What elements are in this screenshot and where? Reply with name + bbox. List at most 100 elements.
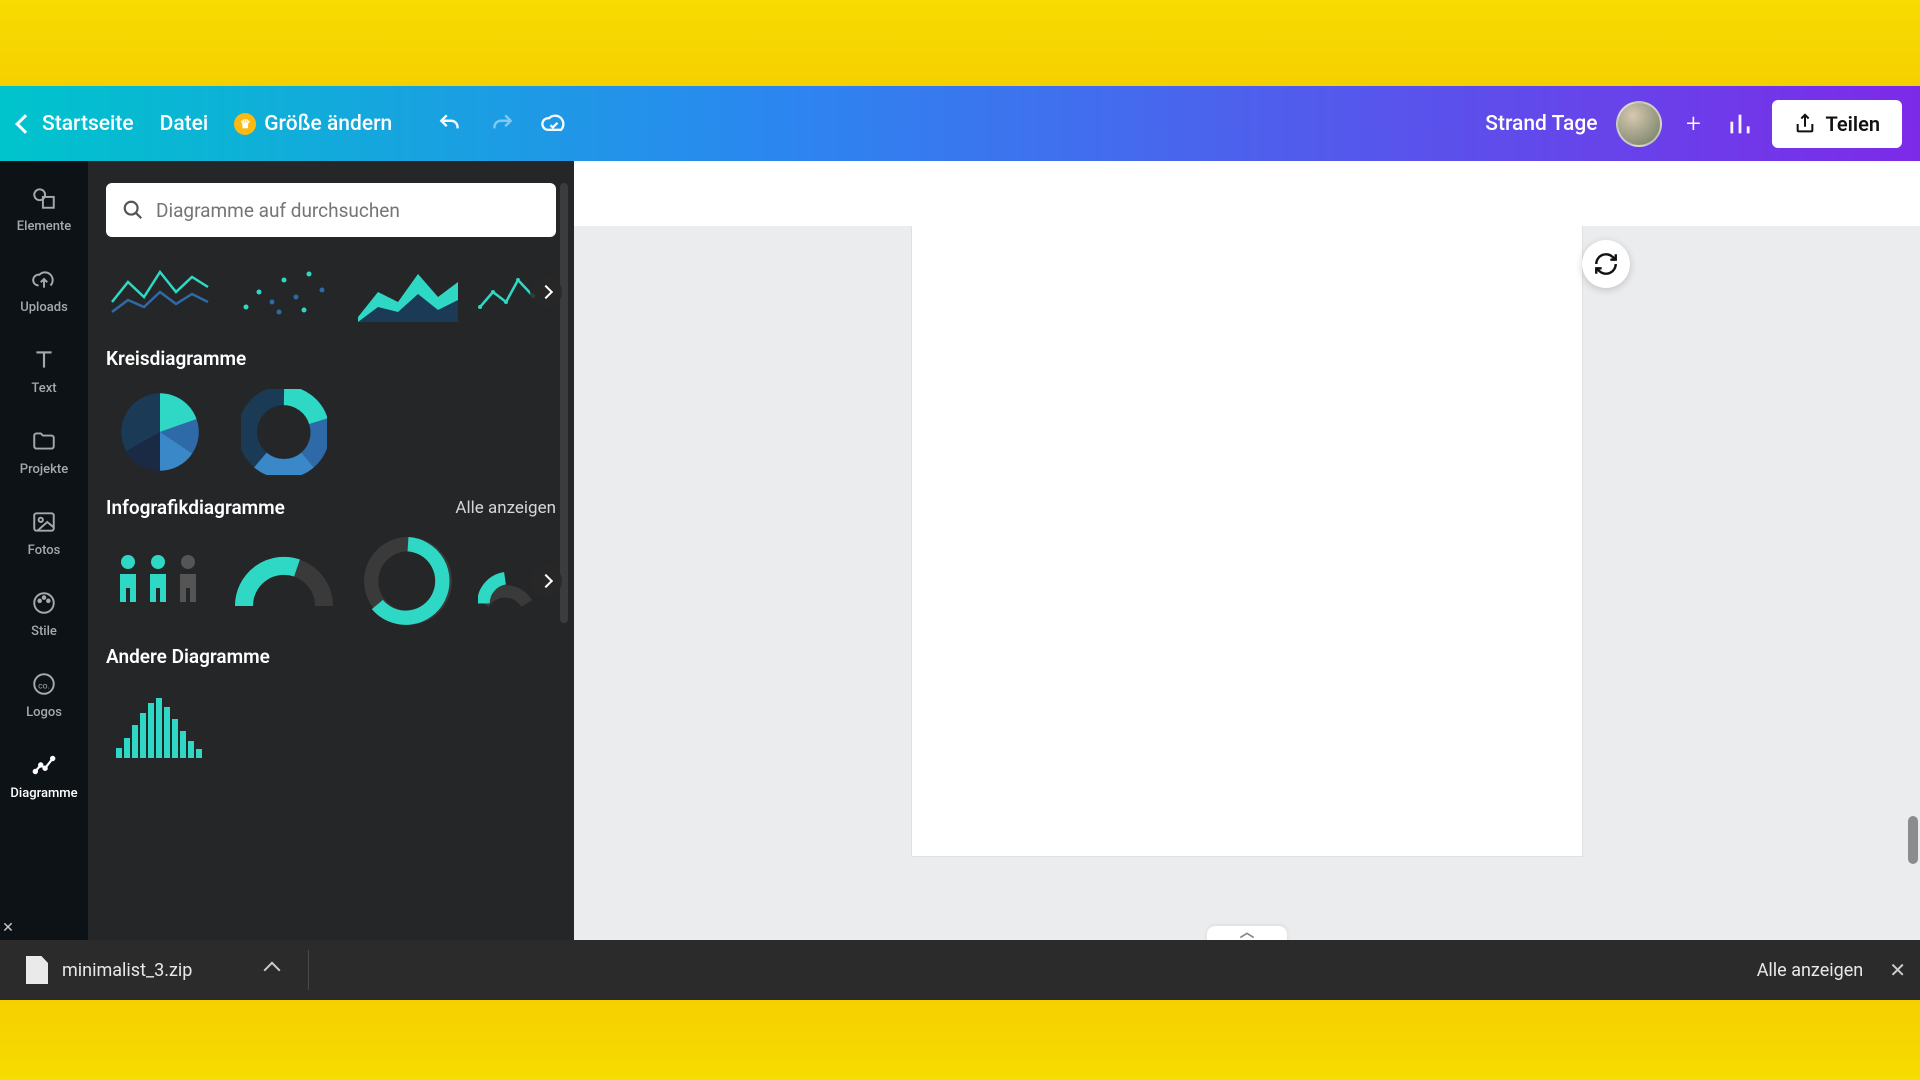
chart-thumb-gauge[interactable] <box>478 535 532 627</box>
browser-theme-bottom <box>0 1000 1920 1080</box>
cloud-upload-icon <box>29 264 59 294</box>
left-rail: Elemente Uploads Text Projekte <box>0 161 88 1000</box>
rail-styles-label: Stile <box>31 624 57 639</box>
row-next-info[interactable] <box>530 565 562 597</box>
rail-uploads[interactable]: Uploads <box>0 248 88 325</box>
chart-thumb-histogram[interactable] <box>106 684 214 772</box>
search-icon <box>122 199 144 221</box>
category-infographic: Infografikdiagramme Alle anzeigen <box>106 496 556 627</box>
chart-thumb-radial[interactable] <box>354 535 462 627</box>
rail-projects[interactable]: Projekte <box>0 410 88 487</box>
rail-logos[interactable]: co. Logos <box>0 653 88 730</box>
category-pie: Kreisdiagramme <box>106 347 556 478</box>
image-icon <box>29 507 59 537</box>
row-next-line[interactable] <box>530 276 562 308</box>
history-controls <box>436 110 568 138</box>
rail-photos[interactable]: Fotos <box>0 491 88 568</box>
rail-styles[interactable]: Stile <box>0 572 88 649</box>
svg-text:co.: co. <box>38 681 50 691</box>
rail-text[interactable]: Text <box>0 329 88 406</box>
canvas-vertical-scrollbar-thumb[interactable] <box>1908 816 1918 864</box>
category-other: Andere Diagramme <box>106 645 556 772</box>
rail-charts[interactable]: Diagramme <box>0 734 88 811</box>
topbar-left-group: Startseite Datei ♛ Größe ändern <box>18 110 568 138</box>
cloud-sync-icon[interactable] <box>540 110 568 138</box>
rail-close-button[interactable]: ✕ <box>0 918 18 938</box>
topbar-right-group: Strand Tage + Teilen <box>1485 100 1902 148</box>
rail-elements[interactable]: Elemente <box>0 167 88 244</box>
cat-title-pie: Kreisdiagramme <box>106 347 246 370</box>
rail-photos-label: Fotos <box>28 543 61 558</box>
canvas-context-toolbar <box>574 161 1920 226</box>
palette-icon <box>29 588 59 618</box>
chart-row-other <box>106 684 556 772</box>
refresh-button[interactable] <box>1582 240 1630 288</box>
file-icon <box>26 956 48 984</box>
chevron-up-icon <box>1237 930 1257 940</box>
chart-thumb-scatter[interactable] <box>230 255 338 329</box>
chart-row-info <box>106 535 556 627</box>
panel-scrollbar[interactable] <box>560 183 568 623</box>
cat-header-other: Andere Diagramme <box>106 645 556 668</box>
rail-charts-label: Diagramme <box>10 786 77 801</box>
download-divider <box>308 950 309 990</box>
cat-title-other: Andere Diagramme <box>106 645 270 668</box>
canvas-vertical-scrollbar-track <box>1908 226 1918 880</box>
shapes-icon <box>29 183 59 213</box>
cat-title-info: Infografikdiagramme <box>106 496 285 519</box>
redo-button[interactable] <box>488 110 516 138</box>
download-bar: minimalist_3.zip Alle anzeigen ✕ <box>0 940 1920 1000</box>
add-collaborator-button[interactable]: + <box>1680 110 1708 138</box>
chart-thumb-semicircle[interactable] <box>230 535 338 627</box>
resize-label: Größe ändern <box>264 112 392 136</box>
chart-row-pie <box>106 386 556 478</box>
charts-panel: Kreisdiagramme <box>88 161 574 1000</box>
rail-uploads-label: Uploads <box>20 300 68 315</box>
search-wrap <box>106 183 556 237</box>
chart-thumb-area[interactable] <box>354 255 462 329</box>
chart-thumb-pie[interactable] <box>106 386 214 478</box>
download-file-name: minimalist_3.zip <box>62 960 192 981</box>
design-page[interactable] <box>912 226 1582 856</box>
resize-menu[interactable]: ♛ Größe ändern <box>234 112 392 136</box>
chart-row-line <box>106 255 556 329</box>
top-toolbar: Startseite Datei ♛ Größe ändern Strand T <box>0 86 1920 161</box>
chart-thumb-line[interactable] <box>106 255 214 329</box>
download-bar-right: Alle anzeigen ✕ <box>1757 958 1906 982</box>
chart-thumb-pictogram[interactable] <box>106 535 214 627</box>
chevron-up-icon <box>264 962 281 979</box>
document-title[interactable]: Strand Tage <box>1485 112 1597 136</box>
home-label: Startseite <box>42 112 134 136</box>
home-button[interactable]: Startseite <box>18 112 134 136</box>
folder-icon <box>29 426 59 456</box>
app-window: Startseite Datei ♛ Größe ändern Strand T <box>0 86 1920 1000</box>
browser-theme-top <box>0 0 1920 86</box>
rail-projects-label: Projekte <box>20 462 68 477</box>
undo-button[interactable] <box>436 110 464 138</box>
charts-icon <box>29 750 59 780</box>
canvas-area: Notizen Seite 11 von 11 46 % 11 ? <box>574 161 1920 1000</box>
download-item[interactable]: minimalist_3.zip <box>14 948 290 992</box>
share-label: Teilen <box>1826 112 1880 136</box>
chevron-right-icon <box>539 285 553 299</box>
rail-logos-label: Logos <box>26 705 62 720</box>
canvas-stage[interactable] <box>574 226 1920 944</box>
user-avatar[interactable] <box>1616 101 1662 147</box>
crown-icon: ♛ <box>234 113 256 135</box>
see-all-infographic[interactable]: Alle anzeigen <box>455 498 556 518</box>
cat-header-info: Infografikdiagramme Alle anzeigen <box>106 496 556 519</box>
rail-text-label: Text <box>31 381 56 396</box>
text-icon <box>29 345 59 375</box>
insights-button[interactable] <box>1726 110 1754 138</box>
download-show-all[interactable]: Alle anzeigen <box>1757 960 1864 981</box>
download-close-button[interactable]: ✕ <box>1889 958 1906 982</box>
chart-search-input[interactable] <box>156 199 540 222</box>
chart-thumb-donut[interactable] <box>230 386 338 478</box>
chart-thumb-sparkline[interactable] <box>478 255 538 329</box>
cat-header-pie: Kreisdiagramme <box>106 347 556 370</box>
rail-elements-label: Elemente <box>17 219 71 234</box>
chevron-left-icon <box>15 114 35 134</box>
file-menu[interactable]: Datei <box>160 112 209 136</box>
logo-icon: co. <box>29 669 59 699</box>
share-button[interactable]: Teilen <box>1772 100 1902 148</box>
